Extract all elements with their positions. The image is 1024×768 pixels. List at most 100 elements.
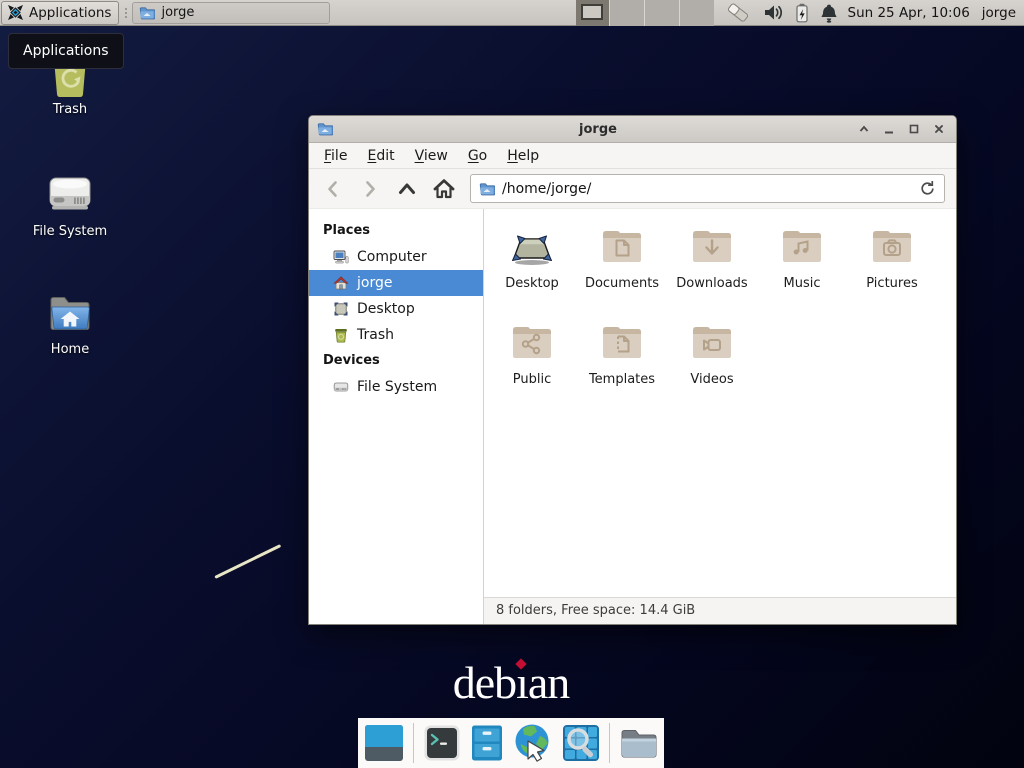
- applications-menu-button[interactable]: Applications: [1, 1, 119, 25]
- eraser-icon[interactable]: [726, 1, 752, 25]
- file-item-label: Downloads: [676, 276, 747, 291]
- file-item-templates[interactable]: Templates: [577, 313, 667, 409]
- file-manager-window: jorge FileEditViewGoHelp /home/jorge/ Pl…: [308, 115, 957, 625]
- harddrive-large-icon: [44, 166, 96, 220]
- workspace-1[interactable]: [576, 0, 610, 26]
- desktop-pad-icon: [508, 217, 556, 275]
- trash-small-icon: [333, 327, 349, 343]
- file-manager-folder-icon: [619, 724, 659, 762]
- file-item-label: Public: [513, 372, 551, 387]
- notifications-bell-icon[interactable]: [820, 3, 838, 23]
- file-item-label: Videos: [690, 372, 733, 387]
- workspace-3[interactable]: [644, 0, 679, 26]
- panel-clock[interactable]: Sun 25 Apr, 10:06: [848, 5, 970, 21]
- panel-username[interactable]: jorge: [982, 5, 1016, 21]
- sidebar-item-desktop[interactable]: Desktop: [309, 296, 483, 322]
- home-button[interactable]: [431, 176, 457, 202]
- folder-small-icon: [317, 121, 333, 137]
- toolbar: /home/jorge/: [309, 169, 956, 209]
- minimize-button[interactable]: [882, 122, 896, 136]
- folder-pictures-icon: [868, 217, 916, 275]
- file-item-label: Pictures: [866, 276, 917, 291]
- forward-icon: [359, 178, 381, 200]
- shade-button[interactable]: [857, 122, 871, 136]
- file-item-desktop[interactable]: Desktop: [487, 217, 577, 313]
- desktop-small-icon: [333, 301, 349, 317]
- applications-menu-icon: [6, 3, 25, 22]
- pager-window-preview: [581, 4, 603, 20]
- system-tray: [726, 1, 838, 25]
- window-title: jorge: [339, 122, 857, 137]
- files-grid: Desktop Documents Downloads Music Pictures Pu…: [484, 209, 939, 409]
- file-item-downloads[interactable]: Downloads: [667, 217, 757, 313]
- sidebar-item-label: File System: [357, 379, 437, 395]
- panel-separator-handle[interactable]: [121, 3, 130, 23]
- menu-help[interactable]: Help: [497, 145, 549, 167]
- sidebar-item-trash[interactable]: Trash: [309, 322, 483, 348]
- desktop-icon-label: Home: [51, 342, 89, 357]
- workspace-2[interactable]: [609, 0, 644, 26]
- dock-launcher-show-desktop[interactable]: [364, 723, 404, 763]
- dock-separator: [609, 723, 610, 763]
- folder-music-icon: [778, 217, 826, 275]
- maximize-button[interactable]: [907, 122, 921, 136]
- file-item-label: Documents: [585, 276, 659, 291]
- sidebar-section-places: Places: [309, 218, 483, 244]
- menu-edit[interactable]: Edit: [357, 145, 404, 167]
- file-item-documents[interactable]: Documents: [577, 217, 667, 313]
- file-item-music[interactable]: Music: [757, 217, 847, 313]
- up-button[interactable]: [394, 176, 420, 202]
- up-icon: [396, 178, 418, 200]
- taskbar-window-label: jorge: [161, 5, 194, 20]
- sidebar-item-jorge[interactable]: jorge: [309, 270, 483, 296]
- forward-button[interactable]: [357, 176, 383, 202]
- dock-launcher-file-cabinet[interactable]: [470, 723, 504, 763]
- desktop-icon-label: File System: [33, 224, 107, 239]
- menu-view[interactable]: View: [405, 145, 458, 167]
- folder-downloads-icon: [688, 217, 736, 275]
- window-controls: [857, 122, 946, 136]
- workspace-pager: [576, 0, 714, 26]
- file-item-pictures[interactable]: Pictures: [847, 217, 937, 313]
- minimize-icon: [883, 123, 895, 135]
- battery-icon[interactable]: [795, 3, 809, 23]
- file-item-public[interactable]: Public: [487, 313, 577, 409]
- dock-launcher-file-manager-folder[interactable]: [619, 723, 659, 763]
- top-panel: Applications jorge Sun 25 Apr, 10:06 jor…: [0, 0, 1024, 26]
- workspace-4[interactable]: [679, 0, 714, 26]
- file-item-videos[interactable]: Videos: [667, 313, 757, 409]
- terminal-icon: [423, 724, 461, 762]
- dock-launcher-application-finder[interactable]: [562, 723, 600, 763]
- dock-separator: [413, 723, 414, 763]
- file-item-label: Music: [784, 276, 821, 291]
- sidebar-item-file-system[interactable]: File System: [309, 374, 483, 400]
- menu-go[interactable]: Go: [458, 145, 497, 167]
- volume-icon[interactable]: [763, 3, 784, 22]
- file-cabinet-icon: [470, 724, 504, 762]
- desktop-icon-home[interactable]: Home: [22, 284, 118, 357]
- show-desktop-icon: [364, 724, 404, 762]
- computer-icon: [333, 249, 349, 265]
- close-icon: [933, 123, 945, 135]
- reload-icon[interactable]: [919, 180, 936, 197]
- file-view[interactable]: Desktop Documents Downloads Music Pictures Pu…: [484, 209, 956, 624]
- path-bar[interactable]: /home/jorge/: [470, 174, 945, 203]
- sidebar-item-label: jorge: [357, 275, 392, 291]
- sidebar: PlacesComputerjorgeDesktopTrashDevicesFi…: [309, 209, 484, 624]
- desktop: { "colors": { "selection_blue": "#4a8ad4…: [0, 0, 1024, 768]
- harddrive-small-icon: [333, 379, 349, 395]
- debian-logo-dot: [515, 658, 526, 669]
- window-titlebar[interactable]: jorge: [309, 116, 956, 143]
- path-text[interactable]: /home/jorge/: [502, 181, 912, 197]
- dock-launcher-terminal[interactable]: [423, 723, 461, 763]
- dock-launcher-web-browser-globe[interactable]: [513, 723, 553, 763]
- sidebar-item-computer[interactable]: Computer: [309, 244, 483, 270]
- folder-documents-icon: [598, 217, 646, 275]
- taskbar-window-button[interactable]: jorge: [132, 2, 330, 24]
- back-button[interactable]: [320, 176, 346, 202]
- applications-menu-label: Applications: [29, 5, 111, 21]
- menu-file[interactable]: File: [314, 145, 357, 167]
- desktop-icon-file-system[interactable]: File System: [22, 166, 118, 239]
- menubar: FileEditViewGoHelp: [309, 143, 956, 169]
- close-button[interactable]: [932, 122, 946, 136]
